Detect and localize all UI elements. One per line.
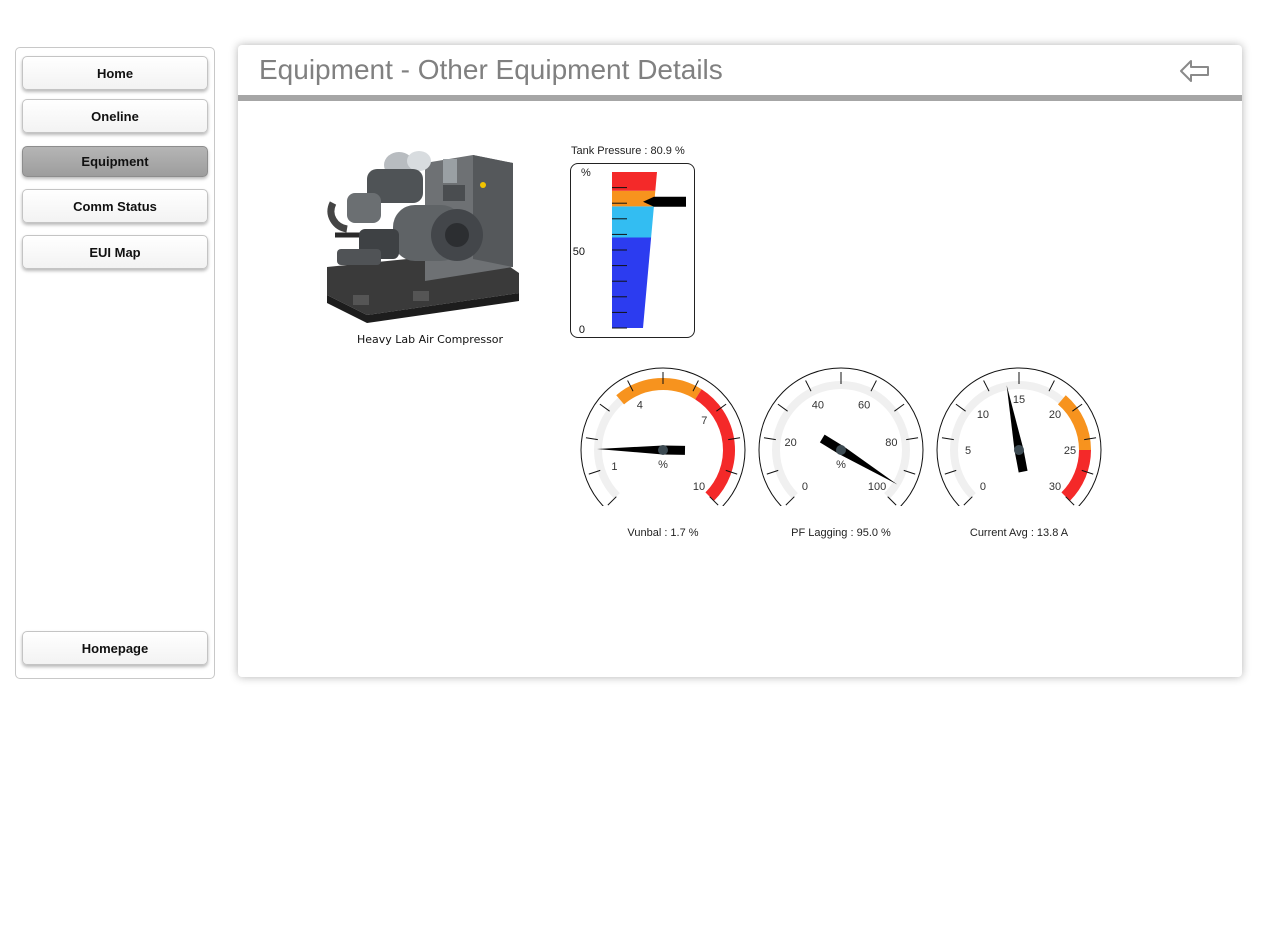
gauge-label: 100: [868, 481, 886, 493]
gauge-hub: [836, 445, 846, 455]
current-avg-gauge: 0 5 10 15 20 25 30: [934, 365, 1104, 515]
tank-pressure-gauge: % 50 0: [570, 163, 695, 338]
gauge-label: 20: [1049, 409, 1061, 421]
equipment-details-panel: Equipment - Other Equipment Details Heav…: [238, 45, 1242, 677]
air-compressor-image: [323, 145, 525, 325]
gauge-unit-label: %: [836, 459, 846, 471]
gauge-label: 0: [980, 481, 986, 493]
gauge-label: 10: [693, 481, 705, 493]
gauge-label: 20: [785, 437, 797, 449]
nav-oneline-button[interactable]: Oneline: [22, 99, 208, 133]
gauge-label: 60: [858, 400, 870, 412]
back-button[interactable]: [1178, 57, 1212, 85]
gauge-label: 7: [701, 415, 707, 427]
gauge-label: 4: [637, 400, 643, 412]
tank-range-0: [612, 237, 652, 328]
gauge-hub: [1014, 445, 1024, 455]
pf-lagging-gauge: 0 20 40 60 80 100%: [756, 365, 926, 515]
tank-unit-label: %: [581, 167, 591, 179]
tank-range-1: [612, 206, 654, 238]
gauge-label: 30: [1049, 481, 1061, 493]
tank-pressure-title: Tank Pressure : 80.9 %: [571, 145, 685, 157]
tank-scale-label: 50: [573, 246, 585, 258]
gauge-label: 40: [812, 400, 824, 412]
sidebar-nav: Home Oneline Equipment Comm Status EUI M…: [15, 47, 215, 679]
gauge-label: 5: [965, 445, 971, 457]
gauge-label: 10: [977, 409, 989, 421]
gauge-label: 0: [802, 481, 808, 493]
back-arrow-icon: [1180, 60, 1209, 82]
gauge-label: 25: [1064, 445, 1076, 457]
page-title: Equipment - Other Equipment Details: [259, 54, 723, 85]
gauge-label: 1: [611, 461, 617, 473]
nav-home-button[interactable]: Home: [22, 56, 208, 90]
gauge-hub: [658, 445, 668, 455]
gauge-label: 15: [1013, 394, 1025, 406]
pf-lagging-caption: PF Lagging : 95.0 %: [791, 527, 891, 539]
nav-equipment-button[interactable]: Equipment: [22, 146, 208, 177]
panel-header: Equipment - Other Equipment Details: [238, 45, 1242, 101]
vunbal-caption: Vunbal : 1.7 %: [627, 527, 699, 539]
current-avg-caption: Current Avg : 13.8 A: [969, 527, 1069, 539]
tank-scale-label: 0: [579, 324, 585, 336]
gauge-unit-label: %: [658, 459, 668, 471]
equipment-caption: Heavy Lab Air Compressor: [356, 333, 504, 346]
nav-homepage-button[interactable]: Homepage: [22, 631, 208, 665]
vunbal-gauge: 1 4 7 10%: [578, 365, 748, 515]
nav-eui-map-button[interactable]: EUI Map: [22, 235, 208, 269]
nav-comm-status-button[interactable]: Comm Status: [22, 189, 208, 223]
gauge-label: 80: [885, 437, 897, 449]
